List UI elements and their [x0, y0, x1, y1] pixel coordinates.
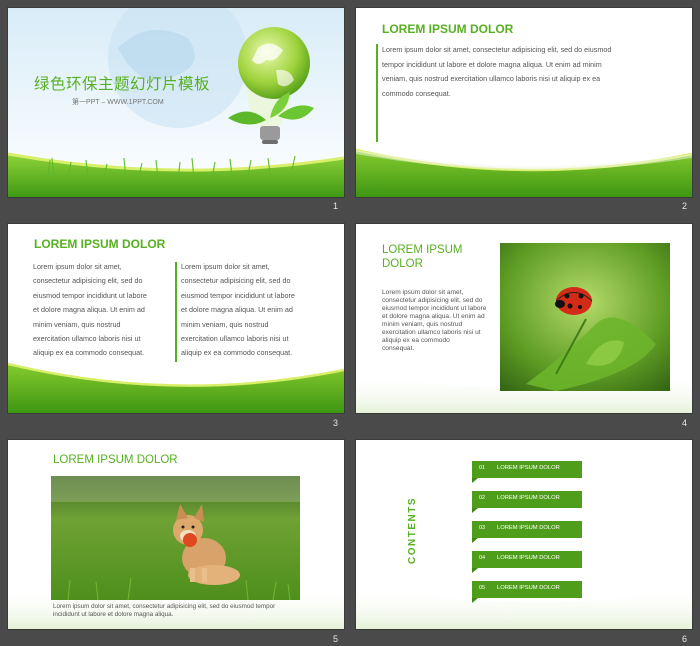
slide-2-paragraph: Lorem ipsum dolor sit amet, consectetur …: [382, 43, 682, 101]
slide-4-line: exercitation ullamco laboris nisi ut: [382, 329, 481, 336]
slide-3-line: Lorem ipsum dolor sit amet,: [181, 262, 270, 271]
contents-label: CONTENTS: [407, 497, 418, 564]
slide-3-line: minim veniam, quis nostrud: [181, 319, 269, 329]
slide-5-caption-line: incididunt ut labore et dolore magna ali…: [53, 610, 174, 618]
contents-item[interactable]: 05 LOREM IPSUM DOLOR: [472, 581, 582, 598]
slide-3-line: et dolore magna aliqua. Ut enim ad: [33, 305, 145, 315]
slide-4-title-line: DOLOR: [382, 257, 423, 270]
slide-3-line: minim veniam, quis nostrud: [33, 319, 121, 329]
contents-item-label: LOREM IPSUM DOLOR: [497, 585, 560, 591]
slide-3-line: et dolore magna aliqua. Ut enim ad: [181, 305, 293, 315]
slide-number-3: 3: [333, 418, 339, 428]
slide-4-title: LOREM IPSUM DOLOR: [382, 244, 463, 271]
slide-4-title-line: LOREM IPSUM: [382, 244, 463, 256]
slide-number-5: 5: [333, 634, 339, 644]
slide-4-line: eiusmod tempor incididunt ut labore: [382, 305, 487, 312]
slide-5-caption-line: Lorem ipsum dolor sit amet, consectetur …: [53, 603, 276, 610]
slide-thumbnail-5[interactable]: LOREM IPSUM DOLOR Lorem ipsum dolor sit …: [8, 440, 344, 629]
slide-3-line: exercitation ullamco laboris nisi ut: [181, 334, 289, 344]
slide-number-1: 1: [333, 201, 339, 211]
slide-number-6: 6: [682, 634, 688, 644]
slide-4-line: minim veniam, quis nostrud: [382, 321, 463, 328]
contents-item-number: 01: [479, 465, 486, 471]
slide-4-line: consectetur adipisicing elit, sed do: [382, 297, 483, 304]
contents-item-number: 04: [479, 555, 486, 561]
slide-2-wave: [356, 44, 692, 197]
contents-item-label: LOREM IPSUM DOLOR: [497, 465, 560, 471]
slide-4-paragraph: Lorem ipsum dolor sit amet, consectetur …: [382, 289, 500, 353]
slide-3-line: consectetur adipisicing elit, sed do: [33, 276, 143, 286]
slide-3-line: exercitation ullamco laboris nisi ut: [33, 334, 141, 344]
contents-item-label: LOREM IPSUM DOLOR: [497, 525, 560, 531]
slide-4-line: consequat.: [382, 345, 415, 352]
contents-item-label: LOREM IPSUM DOLOR: [497, 495, 560, 501]
slide-1-graphic: [8, 8, 344, 197]
slide-1-title: 绿色环保主题幻灯片模板: [34, 76, 211, 93]
slide-2-line: commodo consequat.: [382, 88, 451, 98]
slide-thumbnail-1[interactable]: 绿色环保主题幻灯片模板 第一PPT – WWW.1PPT.COM: [8, 8, 344, 197]
slide-1-subtitle: 第一PPT – WWW.1PPT.COM: [72, 99, 164, 106]
slide-number-4: 4: [682, 418, 688, 428]
contents-item[interactable]: 02 LOREM IPSUM DOLOR: [472, 491, 582, 508]
ladybug-photo: [500, 243, 670, 391]
slide-3-line: aliquip ex ea commodo consequat.: [181, 348, 293, 358]
slide-5-title: LOREM IPSUM DOLOR: [53, 454, 178, 466]
slide-4-line: aliquip ex ea commodo: [382, 337, 450, 344]
contents-item-number: 03: [479, 525, 486, 531]
contents-item-number: 02: [479, 495, 486, 501]
contents-item[interactable]: 01 LOREM IPSUM DOLOR: [472, 461, 582, 478]
slide-4-line: et dolore magna aliqua. Ut enim ad: [382, 313, 485, 320]
slide-2-line: tempor incididunt ut labore et dolore ma…: [382, 59, 602, 69]
slide-3-line: Lorem ipsum dolor sit amet,: [33, 262, 122, 271]
slide-2-line: veniam, quis nostrud exercitation ullamc…: [382, 74, 601, 84]
slide-3-line: eiusmod tempor incididunt ut labore: [181, 290, 295, 300]
slide-3-line: eiusmod tempor incididunt ut labore: [33, 290, 147, 300]
slide-thumbnail-4[interactable]: LOREM IPSUM DOLOR Lorem ipsum dolor sit …: [356, 224, 692, 413]
contents-item[interactable]: 03 LOREM IPSUM DOLOR: [472, 521, 582, 538]
slide-thumbnail-2[interactable]: LOREM IPSUM DOLOR Lorem ipsum dolor sit …: [356, 8, 692, 197]
slide-3-title: LOREM IPSUM DOLOR: [34, 237, 166, 251]
contents-item-label: LOREM IPSUM DOLOR: [497, 555, 560, 561]
slide-5-caption: Lorem ipsum dolor sit amet, consectetur …: [53, 603, 313, 618]
slide-4-line: Lorem ipsum dolor sit amet,: [382, 289, 464, 296]
slide-thumbnail-6[interactable]: CONTENTS 01 LOREM IPSUM DOLOR 02 LOREM I…: [356, 440, 692, 629]
slide-3-column-2: Lorem ipsum dolor sit amet, consectetur …: [181, 260, 321, 361]
contents-item[interactable]: 04 LOREM IPSUM DOLOR: [472, 551, 582, 568]
slide-3-line: consectetur adipisicing elit, sed do: [181, 276, 291, 286]
slide-2-title: LOREM IPSUM DOLOR: [382, 22, 514, 36]
contents-item-number: 05: [479, 585, 486, 591]
dog-photo: [51, 476, 300, 601]
slide-number-2: 2: [682, 201, 688, 211]
slide-thumbnail-3[interactable]: LOREM IPSUM DOLOR Lorem ipsum dolor sit …: [8, 224, 344, 413]
slide-5-graphic: [8, 476, 344, 629]
slide-3-line: aliquip ex ea commodo consequat.: [33, 348, 145, 358]
slide-3-column-1: Lorem ipsum dolor sit amet, consectetur …: [33, 260, 173, 361]
slide-2-line: Lorem ipsum dolor sit amet, consectetur …: [382, 45, 612, 54]
